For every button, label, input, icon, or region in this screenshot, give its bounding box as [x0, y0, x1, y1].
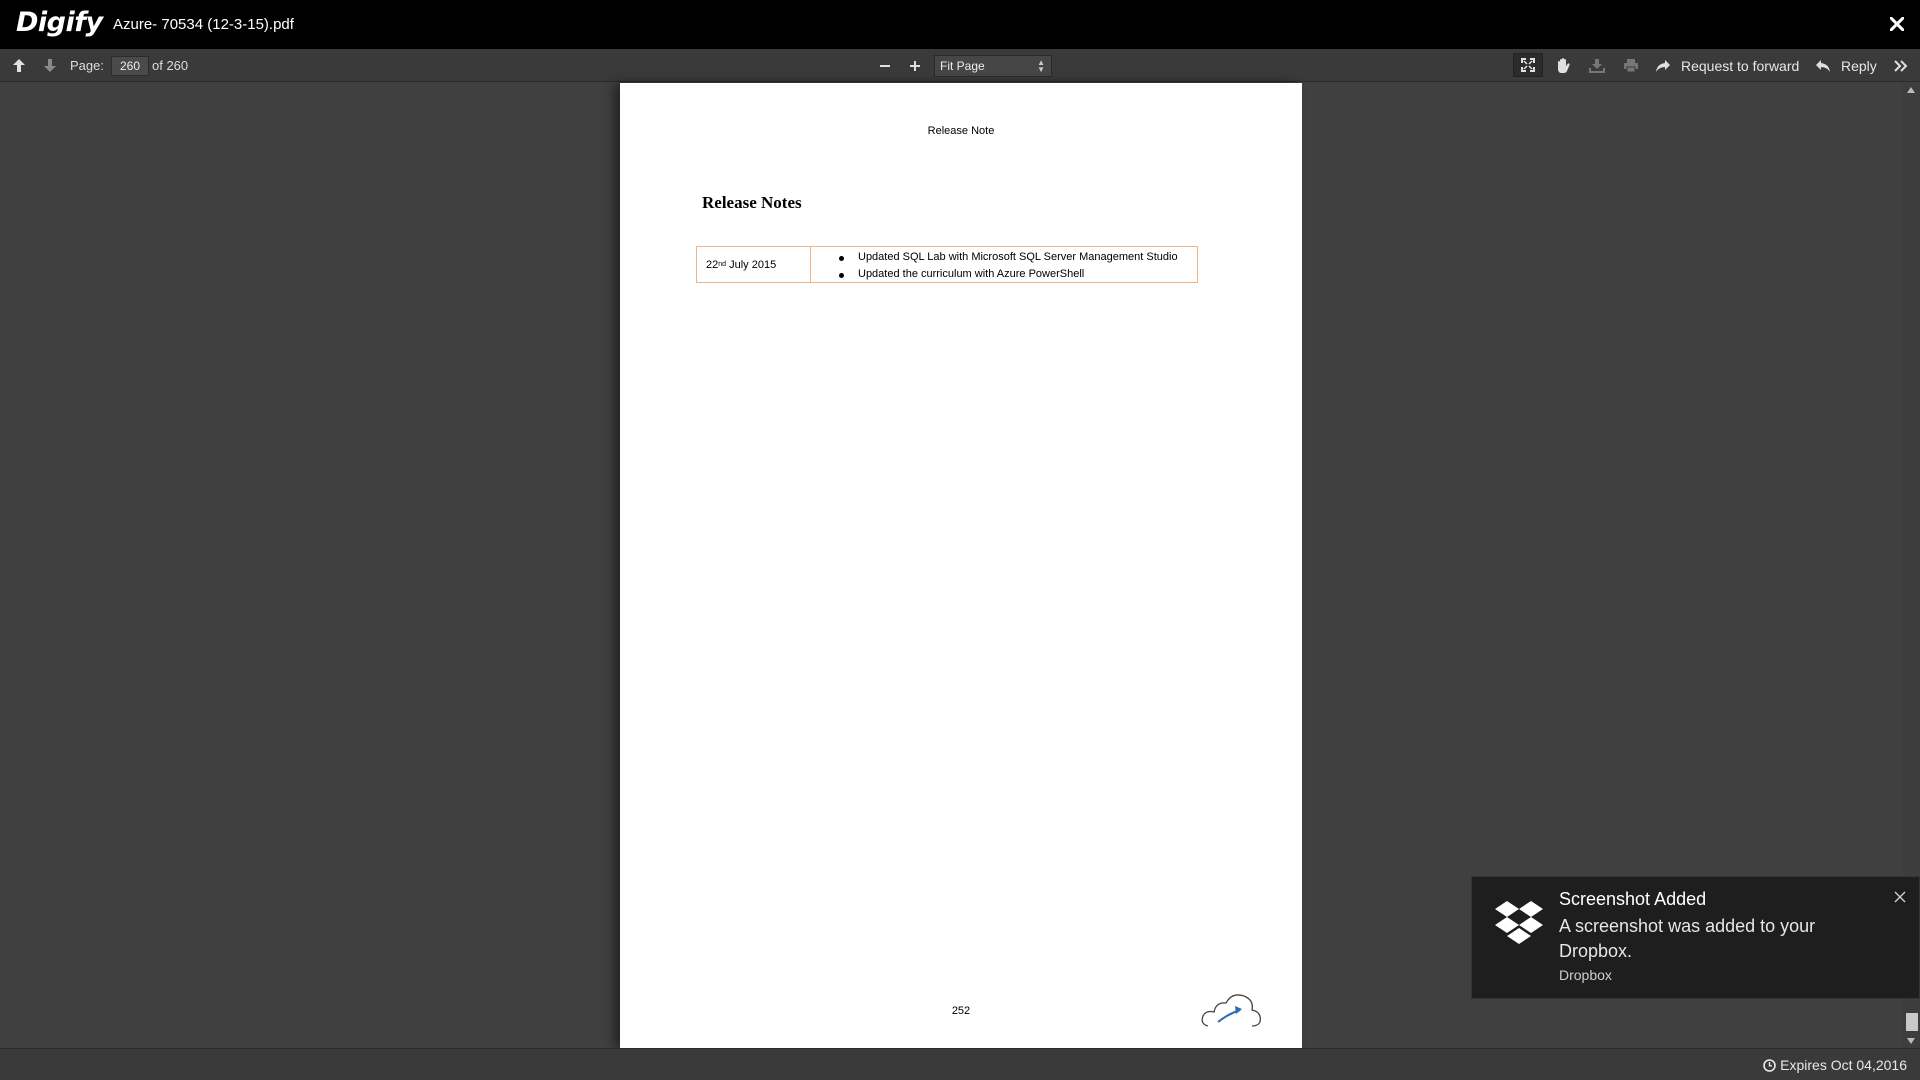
release-date-suffix: nd	[718, 261, 727, 268]
page-number-field-wrap	[111, 49, 149, 82]
list-item: Updated the curriculum with Azure PowerS…	[837, 266, 1197, 283]
request-to-forward-button[interactable]: Request to forward	[1681, 49, 1799, 82]
zoom-in-button[interactable]	[905, 49, 925, 82]
clock-icon	[1763, 1058, 1776, 1072]
cloud-logo-icon	[1201, 994, 1261, 1027]
reply-icon-wrap	[1813, 49, 1833, 82]
release-date-month-year: July 2015	[726, 258, 777, 271]
forward-arrow-icon	[1656, 59, 1670, 72]
title-bar: Digify Azure- 70534 (12-3-15).pdf	[0, 0, 1920, 49]
dropbox-icon	[1495, 901, 1543, 944]
page-label: Page:	[70, 58, 104, 73]
status-bar: Expires Oct 04,2016	[0, 1048, 1920, 1080]
release-notes-table: 22nd July 2015 Updated SQL Lab with Micr…	[696, 246, 1198, 283]
minus-icon	[880, 64, 890, 67]
expiry-text: Expires Oct 04,2016	[1780, 1057, 1907, 1073]
release-date-day: 22	[706, 258, 719, 271]
scrollbar-thumb[interactable]	[1906, 1013, 1918, 1031]
triangle-down-icon	[1907, 1038, 1915, 1044]
arrow-up-icon	[13, 59, 25, 72]
arrow-down-icon	[44, 59, 56, 72]
page-number-input[interactable]	[111, 55, 149, 76]
release-date-cell: 22nd July 2015	[697, 247, 811, 282]
close-icon[interactable]	[1892, 889, 1908, 905]
digify-logo: Digify	[16, 7, 103, 38]
plus-icon	[910, 60, 920, 71]
zoom-select-value: Fit Page	[940, 58, 985, 73]
page-total: of 260	[152, 58, 189, 73]
download-icon	[1589, 59, 1605, 73]
select-arrows-icon: ▲ ▼	[1037, 57, 1045, 74]
scroll-up-button[interactable]	[1902, 83, 1920, 97]
double-chevron-right-icon	[1894, 59, 1908, 72]
zoom-out-button[interactable]	[875, 49, 895, 82]
dropbox-notification[interactable]: Screenshot Added A screenshot was added …	[1471, 876, 1920, 999]
previous-page-button[interactable]	[9, 49, 29, 82]
print-icon	[1624, 59, 1638, 73]
release-items-cell: Updated SQL Lab with Microsoft SQL Serve…	[811, 247, 1197, 282]
notification-body: A screenshot was added to your Dropbox.	[1559, 916, 1816, 961]
zoom-select[interactable]: Fit Page ▲ ▼	[934, 54, 1052, 77]
notification-source: Dropbox	[1559, 967, 1612, 983]
expiry-info: Expires Oct 04,2016	[1763, 1057, 1907, 1073]
document-title: Azure- 70534 (12-3-15).pdf	[113, 16, 294, 33]
next-page-button[interactable]	[40, 49, 60, 82]
scroll-down-button[interactable]	[1902, 1034, 1920, 1048]
list-item: Updated SQL Lab with Microsoft SQL Serve…	[837, 249, 1197, 266]
close-icon	[1890, 17, 1904, 31]
zoom-select-wrap: Fit Page ▲ ▼	[934, 49, 1052, 82]
viewer-toolbar: Page: of 260 Fit Page ▲▼	[0, 49, 1920, 82]
page-heading: Release Notes	[702, 193, 802, 212]
fullscreen-icon	[1521, 58, 1535, 72]
notification-title: Screenshot Added	[1559, 889, 1707, 909]
forward-icon-wrap	[1653, 49, 1673, 82]
reply-button[interactable]: Reply	[1841, 49, 1877, 82]
print-button[interactable]	[1621, 49, 1641, 82]
close-viewer-button[interactable]	[1884, 11, 1910, 37]
fullscreen-button[interactable]	[1513, 53, 1543, 77]
page-header: Release Note	[927, 125, 995, 137]
download-button[interactable]	[1587, 49, 1607, 82]
pdf-page: Release Note Release Notes 22nd July 201…	[620, 83, 1302, 1048]
triangle-up-icon	[1907, 87, 1915, 93]
more-options-button[interactable]	[1891, 49, 1911, 82]
pan-tool-button[interactable]	[1553, 49, 1573, 82]
reply-arrow-icon	[1816, 59, 1830, 72]
hand-icon	[1558, 58, 1570, 73]
